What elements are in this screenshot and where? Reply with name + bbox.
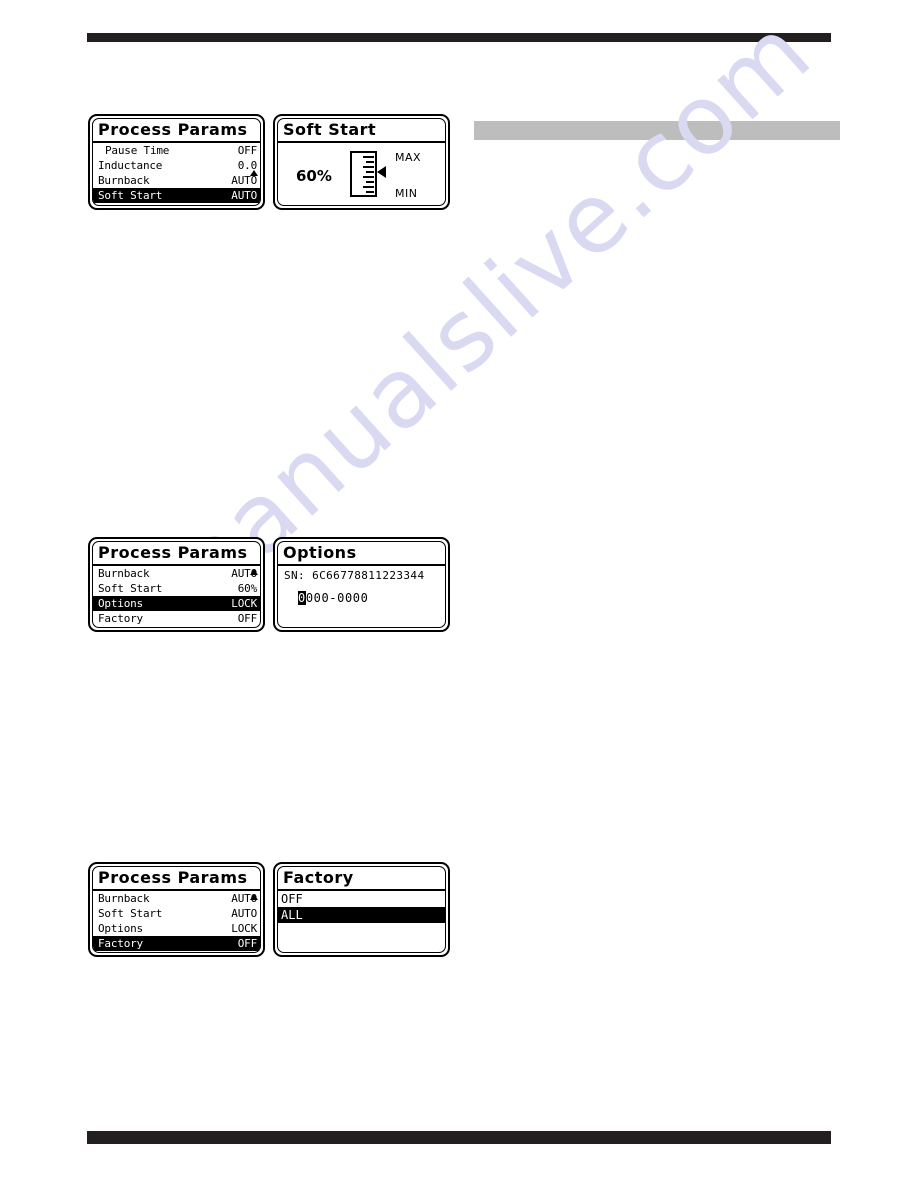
menu-item-label: Inductance [98, 159, 163, 172]
menu-item-soft-start[interactable]: Soft Start AUTO [93, 906, 260, 921]
soft-start-gauge[interactable]: 60% MAX MIN [278, 143, 445, 205]
lcd-inner-frame: Process Params Pause Time OFF Inductance… [92, 118, 261, 206]
menu-item-soft-start[interactable]: Soft Start 60% [93, 581, 260, 596]
lcd-screen-process-params-3: Process Params Burnback AUTO Soft Start … [88, 862, 265, 957]
lcd-screen-soft-start: Soft Start 60% MAX MIN [273, 114, 450, 210]
menu-item-burnback[interactable]: Burnback AUTO [93, 891, 260, 906]
menu-list: Burnback AUTO Soft Start AUTO Options LO… [93, 891, 260, 951]
menu-item-label: Pause Time [105, 144, 170, 157]
menu-item-options[interactable]: Options LOCK [93, 596, 260, 611]
code-cursor-char: 0 [298, 591, 306, 605]
serial-number-label: SN: [284, 569, 306, 582]
gauge-max-label: MAX [395, 151, 422, 164]
lcd-screen-options: Options SN: 6C66778811223344 0000-0000 [273, 537, 450, 632]
menu-item-value: LOCK [231, 922, 257, 935]
factory-option-all[interactable]: ALL [278, 907, 445, 923]
menu-item-value: LOCK [231, 597, 257, 610]
options-body: SN: 6C66778811223344 0000-0000 [278, 566, 445, 605]
lcd-inner-frame: Soft Start 60% MAX MIN [277, 118, 446, 206]
menu-item-label: Burnback [98, 567, 150, 580]
menu-item-burnback[interactable]: Burnback AUTO [93, 566, 260, 581]
menu-item-factory[interactable]: Factory OFF [93, 936, 260, 951]
page-header-rule [87, 33, 831, 42]
lcd-inner-frame: Process Params Burnback AUTO Soft Start … [92, 866, 261, 953]
scroll-up-arrow-icon[interactable] [250, 894, 258, 900]
menu-item-inductance[interactable]: Inductance 0.0 [93, 158, 260, 173]
menu-item-soft-start[interactable]: Soft Start AUTO [93, 188, 260, 203]
menu-item-options[interactable]: Options LOCK [93, 921, 260, 936]
menu-item-value: AUTO [231, 907, 257, 920]
menu-item-label: Soft Start [98, 907, 163, 920]
serial-number-value: 6C66778811223344 [312, 569, 425, 582]
lcd-inner-frame: Process Params Burnback AUTO Soft Start … [92, 541, 261, 628]
lcd-screen-process-params-1: Process Params Pause Time OFF Inductance… [88, 114, 265, 210]
menu-item-value: AUTO [231, 189, 257, 202]
soft-start-percent-value: 60% [296, 167, 332, 185]
factory-option-off[interactable]: OFF [278, 891, 445, 907]
scroll-up-arrow-icon[interactable] [250, 170, 258, 176]
menu-item-label: Soft Start [98, 582, 163, 595]
lcd-screen-process-params-2: Process Params Burnback AUTO Soft Start … [88, 537, 265, 632]
menu-item-burnback[interactable]: Burnback AUTO [93, 173, 260, 188]
lcd-title: Process Params [93, 867, 260, 891]
menu-item-label: Soft Start [98, 189, 163, 202]
menu-list: Burnback AUTO Soft Start 60% Options LOC… [93, 566, 260, 626]
menu-item-label: Factory [98, 937, 143, 950]
menu-item-pause-time[interactable]: Pause Time OFF [93, 143, 260, 158]
menu-item-factory[interactable]: Factory OFF [93, 611, 260, 626]
lcd-title: Factory [278, 867, 445, 891]
lcd-title: Options [278, 542, 445, 566]
lcd-title: Process Params [93, 119, 260, 143]
menu-item-value: OFF [237, 612, 257, 625]
menu-item-label: Options [98, 597, 143, 610]
lcd-screen-factory: Factory OFF ALL [273, 862, 450, 957]
lcd-inner-frame: Factory OFF ALL [277, 866, 446, 953]
menu-list: Pause Time OFF Inductance 0.0 Burnback A… [93, 143, 260, 203]
menu-item-value: OFF [237, 144, 257, 157]
menu-item-value: OFF [237, 937, 257, 950]
gauge-min-label: MIN [395, 187, 418, 200]
unlock-code-input[interactable]: 0000-0000 [278, 582, 445, 605]
gauge-pointer-icon[interactable] [377, 166, 386, 178]
menu-item-value: 60% [237, 582, 257, 595]
menu-item-label: Options [98, 922, 143, 935]
code-remaining-chars: 000-0000 [305, 591, 369, 605]
serial-number-line: SN: 6C66778811223344 [278, 569, 445, 582]
menu-item-label: Burnback [98, 892, 150, 905]
menu-item-label: Factory [98, 612, 143, 625]
factory-option-list: OFF ALL [278, 891, 445, 923]
menu-item-label: Burnback [98, 174, 150, 187]
lcd-title: Process Params [93, 542, 260, 566]
lcd-inner-frame: Options SN: 6C66778811223344 0000-0000 [277, 541, 446, 628]
content-placeholder-block [474, 121, 840, 140]
page-footer-rule [87, 1131, 831, 1144]
scroll-up-arrow-icon[interactable] [250, 569, 258, 575]
gauge-track [350, 151, 377, 197]
lcd-title: Soft Start [278, 119, 445, 143]
